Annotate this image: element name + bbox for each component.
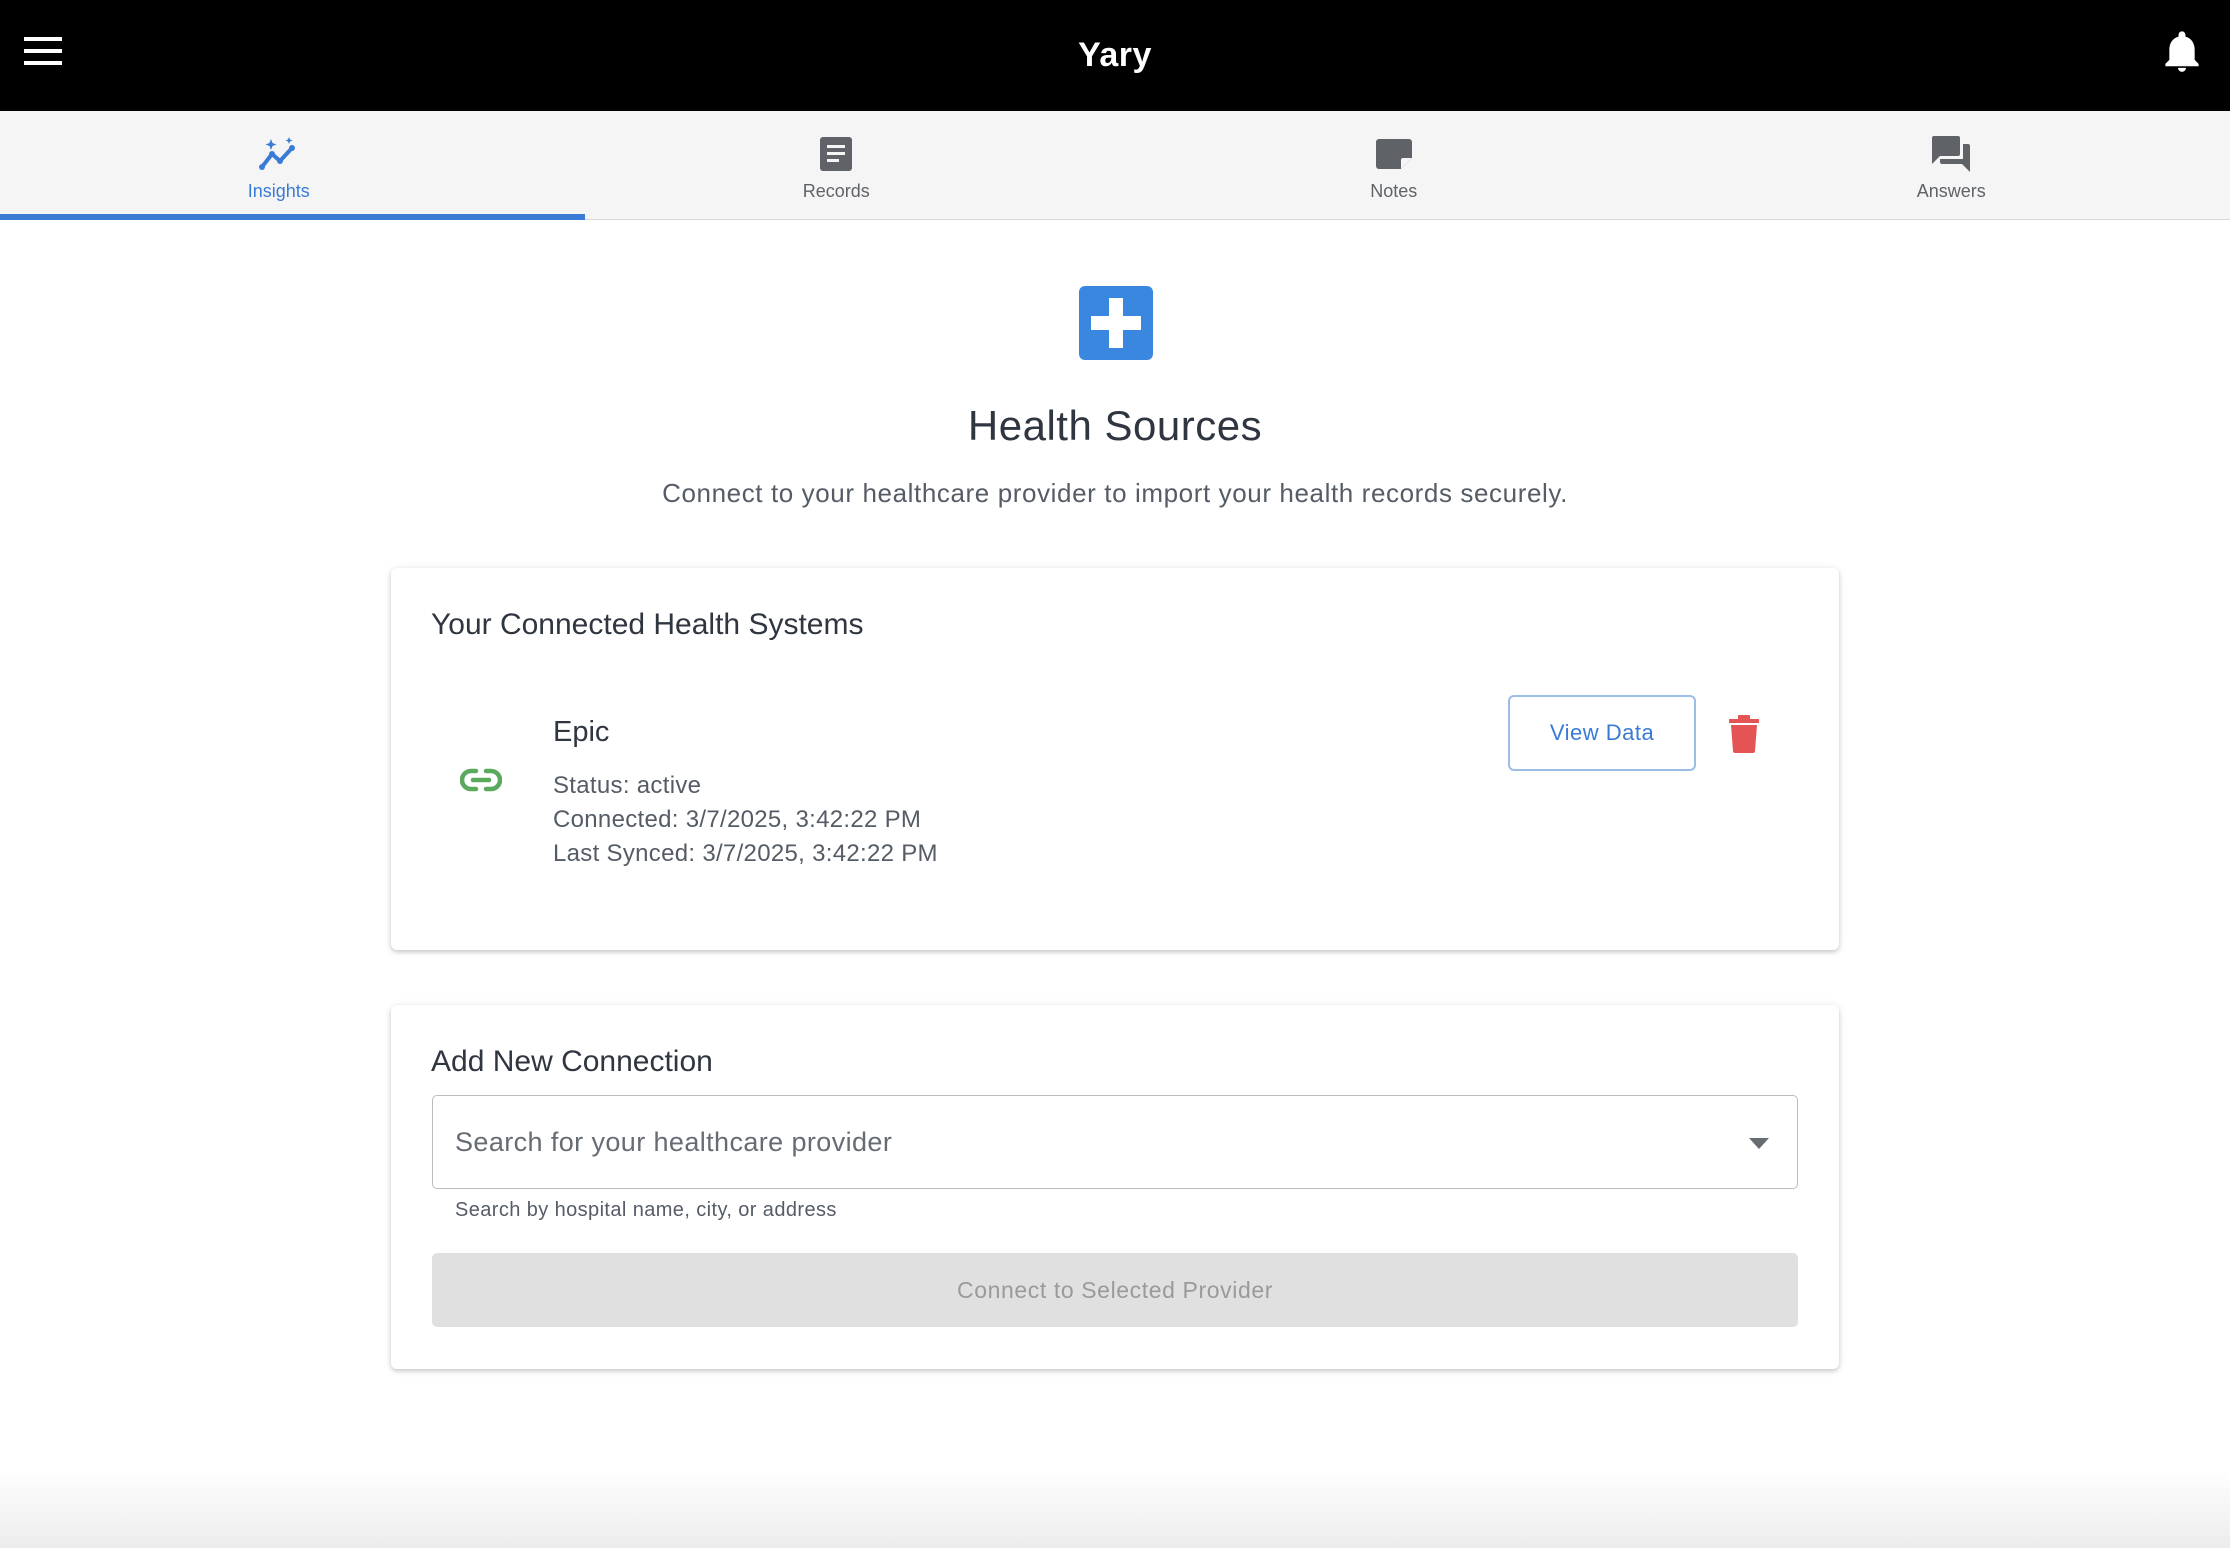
active-tab-indicator — [0, 214, 585, 220]
connected-systems-title: Your Connected Health Systems — [431, 608, 864, 641]
bottom-fade — [0, 1470, 2230, 1548]
add-connection-title: Add New Connection — [431, 1045, 713, 1078]
tab-records[interactable]: Records — [558, 111, 1116, 219]
notifications-button[interactable] — [2156, 26, 2208, 78]
app-bar: Yary — [0, 0, 2230, 111]
medical-cross-icon — [1079, 286, 1153, 360]
provider-search-field[interactable] — [432, 1095, 1798, 1189]
page-subtitle: Connect to your healthcare provider to i… — [662, 478, 1568, 508]
tab-answers-label: Answers — [1916, 180, 1986, 201]
system-status: Status: active — [553, 772, 702, 799]
tab-answers[interactable]: Answers — [1673, 111, 2230, 219]
dropdown-arrow-icon[interactable] — [1747, 1132, 1771, 1156]
bell-icon — [2165, 31, 2199, 72]
tab-notes-label: Notes — [1370, 180, 1418, 201]
menu-button[interactable] — [20, 30, 66, 72]
notes-icon — [1373, 133, 1415, 175]
system-connected-date: Connected: 3/7/2025, 3:42:22 PM — [553, 806, 922, 833]
provider-search-input[interactable] — [455, 1126, 1705, 1158]
search-helper-text: Search by hospital name, city, or addres… — [455, 1199, 837, 1221]
system-name: Epic — [553, 716, 610, 748]
app-title: Yary — [1078, 36, 1152, 74]
tab-records-label: Records — [802, 180, 870, 201]
tab-insights[interactable]: Insights — [0, 111, 558, 219]
page-title: Health Sources — [967, 402, 1263, 449]
connected-systems-card: Your Connected Health Systems Epic Statu… — [391, 568, 1839, 950]
system-last-synced: Last Synced: 3/7/2025, 3:42:22 PM — [553, 840, 938, 867]
link-icon — [459, 758, 503, 802]
tab-notes[interactable]: Notes — [1115, 111, 1673, 219]
connect-provider-button[interactable]: Connect to Selected Provider — [432, 1253, 1798, 1327]
insights-icon — [258, 133, 300, 175]
answers-icon — [1930, 133, 1972, 175]
delete-connection-button[interactable] — [1721, 708, 1767, 760]
add-connection-card: Add New Connection Search by hospital na… — [391, 1005, 1839, 1369]
trash-icon — [1729, 715, 1759, 753]
tab-insights-label: Insights — [247, 180, 310, 201]
records-icon — [815, 133, 857, 175]
view-data-button[interactable]: View Data — [1508, 695, 1696, 771]
hamburger-menu-icon — [24, 37, 62, 65]
tab-bar: Insights Records Notes Answers — [0, 111, 2230, 220]
